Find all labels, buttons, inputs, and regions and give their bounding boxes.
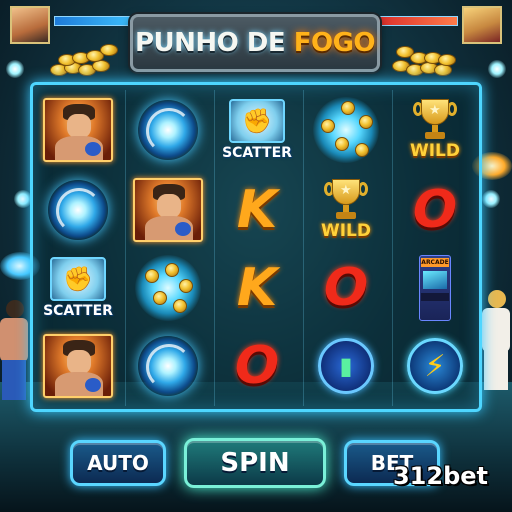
reel-cell: ✊ SCATTER (38, 250, 118, 326)
reel-column-3: ✊ SCATTER K K O (214, 90, 299, 406)
stage-light-icon (482, 190, 500, 208)
reel-column-5: ★ WILD O ARCADE ⚡ (392, 90, 477, 406)
k-symbol: K (236, 258, 278, 318)
reel-cell (128, 328, 208, 404)
reel-cell: O (217, 328, 297, 404)
reel-cell (306, 92, 386, 168)
auto-button[interactable]: AUTO (70, 440, 166, 486)
scatter-label: SCATTER (43, 303, 113, 319)
reel-cell: ★ WILD (395, 92, 475, 168)
wild-symbol: ★ WILD (410, 99, 460, 161)
reel-cell: O (395, 172, 475, 248)
game-title-banner: PUNHO DE FOGO (130, 14, 380, 72)
arcade-marquee: ARCADE (421, 258, 449, 267)
reel-cell: K (217, 172, 297, 248)
arcade-cabinet-icon: ARCADE (415, 255, 455, 321)
player-right-health-bar (372, 16, 458, 26)
title-part-2: FOGO (293, 28, 376, 58)
reel-cell: ⚡ (395, 328, 475, 404)
side-fighter-left (0, 300, 32, 400)
reel-cell: ▮ (306, 328, 386, 404)
reel-cell: O (306, 250, 386, 326)
reel-column-2 (125, 90, 210, 406)
k-symbol: K (236, 180, 278, 240)
fist-icon: ✊ (50, 257, 106, 301)
o-symbol: O (234, 336, 280, 396)
vortex-symbol-icon (48, 180, 108, 240)
battery-symbol-icon: ▮ (318, 338, 374, 394)
reel-cell: ★ WILD (306, 172, 386, 248)
fighter-symbol-icon (43, 334, 113, 398)
o-symbol: O (323, 258, 369, 318)
vortex-symbol-icon (138, 336, 198, 396)
stage-light-icon (6, 60, 24, 78)
reel-cell (128, 250, 208, 326)
reel-cell (38, 328, 118, 404)
side-fighter-right (478, 290, 512, 390)
fighter-symbol-icon (133, 178, 203, 242)
wild-label: WILD (320, 221, 372, 241)
reel-column-4: ★ WILD O ▮ (303, 90, 388, 406)
reel-cell (38, 92, 118, 168)
game-title: PUNHO DE FOGO (134, 28, 376, 58)
reel-column-1: ✊ SCATTER (36, 90, 120, 406)
coin-burst-symbol-icon (135, 255, 201, 321)
vortex-symbol-icon (138, 100, 198, 160)
player-right-portrait (462, 6, 502, 44)
o-symbol: O (412, 180, 458, 240)
coin-pile-right (392, 40, 462, 80)
reel-cell (38, 172, 118, 248)
fist-icon: ✊ (229, 99, 285, 143)
reel-frame: ✊ SCATTER ✊ SCATTER K K O ★ WILD O ▮ ★ W… (30, 82, 482, 412)
trophy-icon: ★ (413, 99, 457, 141)
coin-burst-symbol-icon (313, 97, 379, 163)
scatter-symbol: ✊ SCATTER (43, 257, 113, 319)
scatter-symbol: ✊ SCATTER (222, 99, 292, 161)
title-part-1: PUNHO DE (134, 28, 294, 58)
reel-cell: K (217, 250, 297, 326)
spin-button[interactable]: SPIN (184, 438, 326, 488)
fighter-symbol-icon (43, 98, 113, 162)
player-left-health-bar (54, 16, 140, 26)
reel-cell: ARCADE (395, 250, 475, 326)
player-left-portrait (10, 6, 50, 44)
stage-light-icon (488, 60, 506, 78)
lightning-bolt-icon: ⚡ (407, 338, 463, 394)
coin-pile-left (50, 40, 120, 80)
wild-symbol: ★ WILD (321, 179, 371, 241)
wild-label: WILD (409, 141, 461, 161)
reel-cell: ✊ SCATTER (217, 92, 297, 168)
brand-watermark: 312bet (392, 462, 488, 490)
scatter-label: SCATTER (222, 145, 292, 161)
trophy-icon: ★ (324, 179, 368, 221)
reel-cell (128, 172, 208, 248)
reel-cell (128, 92, 208, 168)
